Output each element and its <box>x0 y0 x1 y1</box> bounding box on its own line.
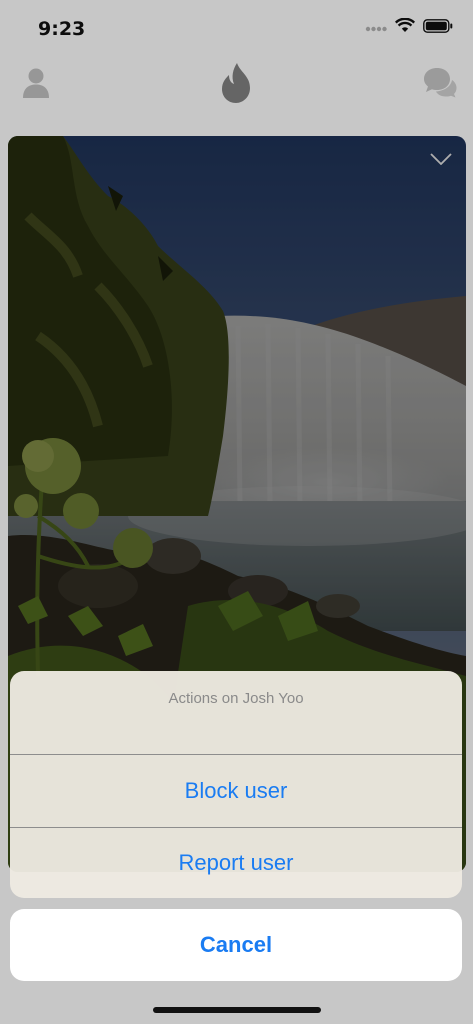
wifi-icon <box>394 17 416 38</box>
signal-dots-icon <box>365 19 387 37</box>
chevron-down-icon[interactable] <box>430 152 452 170</box>
status-bar: 9:23 <box>0 0 473 54</box>
action-sheet: Actions on Josh Yoo Block user Report us… <box>10 671 462 898</box>
flame-icon[interactable] <box>220 62 252 109</box>
top-nav <box>0 56 473 116</box>
profile-icon[interactable] <box>22 66 50 105</box>
home-indicator[interactable] <box>153 1007 321 1013</box>
cancel-button[interactable]: Cancel <box>10 909 462 981</box>
battery-icon <box>423 18 453 38</box>
report-user-button[interactable]: Report user <box>10 827 462 898</box>
action-sheet-title: Actions on Josh Yoo <box>168 690 304 707</box>
chat-bubbles-icon[interactable] <box>423 66 457 103</box>
block-user-button[interactable]: Block user <box>10 755 462 827</box>
status-time: 9:23 <box>38 18 86 40</box>
status-icons <box>365 17 453 38</box>
